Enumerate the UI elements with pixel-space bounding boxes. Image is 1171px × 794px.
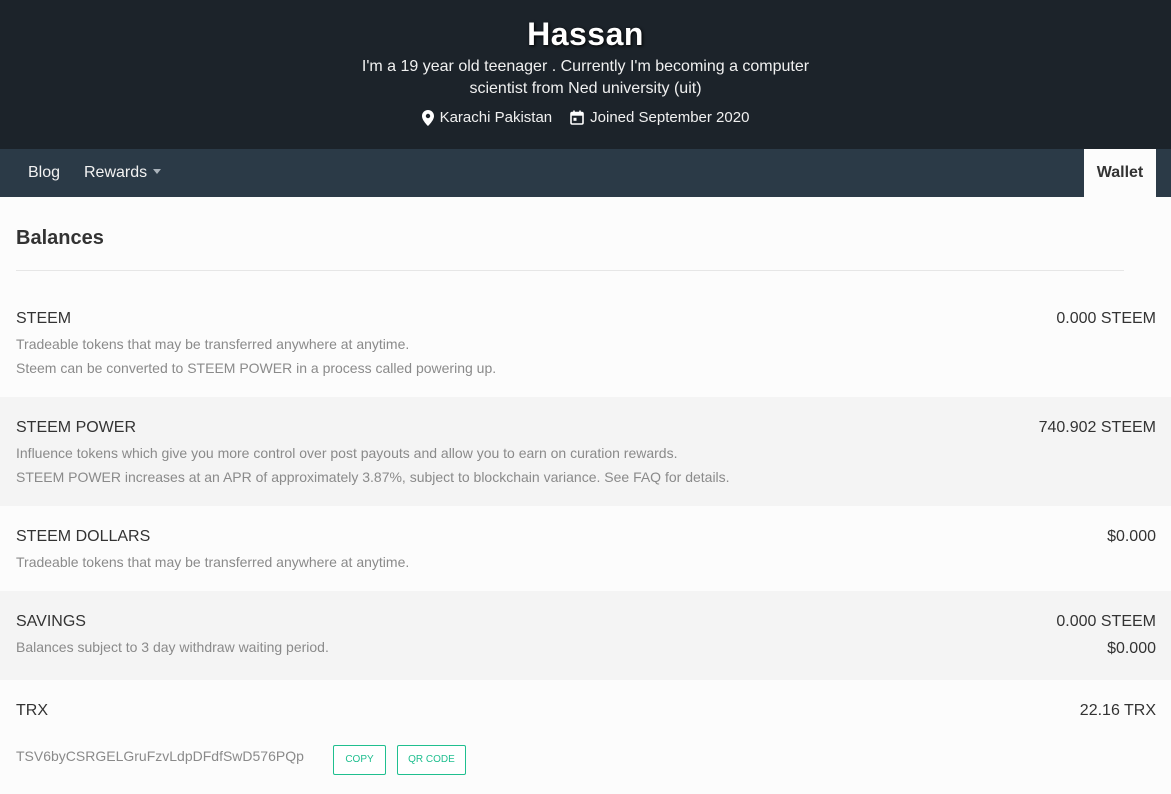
profile-joined: Joined September 2020 — [570, 109, 749, 126]
steem-power-value-dropdown[interactable]: 740.902 STEEM — [1039, 419, 1156, 437]
steem-power-desc-1: Influence tokens which give you more con… — [16, 445, 678, 461]
savings-steem-value-dropdown[interactable]: 0.000 STEEM — [1056, 613, 1156, 631]
steem-desc-1: Tradeable tokens that may be transferred… — [16, 336, 410, 352]
trx-title: TRX — [16, 702, 48, 719]
balance-row-steem: STEEM Tradeable tokens that may be trans… — [0, 290, 1171, 397]
profile-location: Karachi Pakistan — [421, 109, 553, 126]
copy-button[interactable]: COPY — [333, 745, 386, 775]
balances-title: Balances — [16, 227, 104, 249]
savings-desc-1: Balances subject to 3 day withdraw waiti… — [16, 639, 329, 655]
profile-about: I'm a 19 year old teenager . Currently I… — [361, 58, 810, 97]
qr-code-button[interactable]: QR CODE — [397, 745, 466, 775]
joined-text: Joined September 2020 — [590, 109, 750, 126]
divider — [16, 270, 1124, 271]
savings-dollars-value-dropdown[interactable]: $0.000 — [1107, 640, 1156, 658]
nav-rewards-label: Rewards — [84, 164, 148, 181]
map-pin-icon — [421, 109, 434, 126]
balance-row-savings: SAVINGS Balances subject to 3 day withdr… — [0, 591, 1171, 680]
profile-name: Hassan — [527, 16, 644, 52]
trx-address: TSV6byCSRGELGruFzvLdpDFdfSwD576PQp — [16, 748, 304, 764]
steem-dollars-title: STEEM DOLLARS — [16, 528, 151, 545]
steem-value-dropdown[interactable]: 0.000 STEEM — [1056, 310, 1156, 328]
nav-rewards-dropdown[interactable]: Rewards — [84, 149, 162, 197]
profile-header: Hassan I'm a 19 year old teenager . Curr… — [0, 0, 1171, 149]
steem-title: STEEM — [16, 310, 72, 327]
profile-meta: Karachi Pakistan Joined September 2020 — [0, 109, 1171, 126]
chevron-down-icon — [153, 169, 162, 175]
trx-value: 22.16 TRX — [1079, 702, 1156, 719]
balance-row-steem-dollars: STEEM DOLLARS Tradeable tokens that may … — [0, 506, 1171, 591]
balance-row-trx: TRX 22.16 TRX — [0, 680, 1171, 794]
steem-power-desc-2: STEEM POWER increases at an APR of appro… — [16, 469, 730, 485]
navbar: Blog Rewards Wallet — [0, 149, 1171, 197]
steem-dollars-desc-1: Tradeable tokens that may be transferred… — [16, 554, 410, 570]
balance-row-steem-power: STEEM POWER Influence tokens which give … — [0, 397, 1171, 506]
nav-wallet-tab[interactable]: Wallet — [1084, 149, 1156, 197]
steem-desc-2: Steem can be converted to STEEM POWER in… — [16, 360, 497, 376]
savings-title: SAVINGS — [16, 613, 86, 630]
steem-power-title: STEEM POWER — [16, 419, 137, 436]
location-text: Karachi Pakistan — [439, 109, 553, 126]
steem-dollars-value-dropdown[interactable]: $0.000 — [1107, 528, 1156, 546]
calendar-icon — [570, 110, 584, 125]
nav-blog-link[interactable]: Blog — [28, 149, 60, 197]
